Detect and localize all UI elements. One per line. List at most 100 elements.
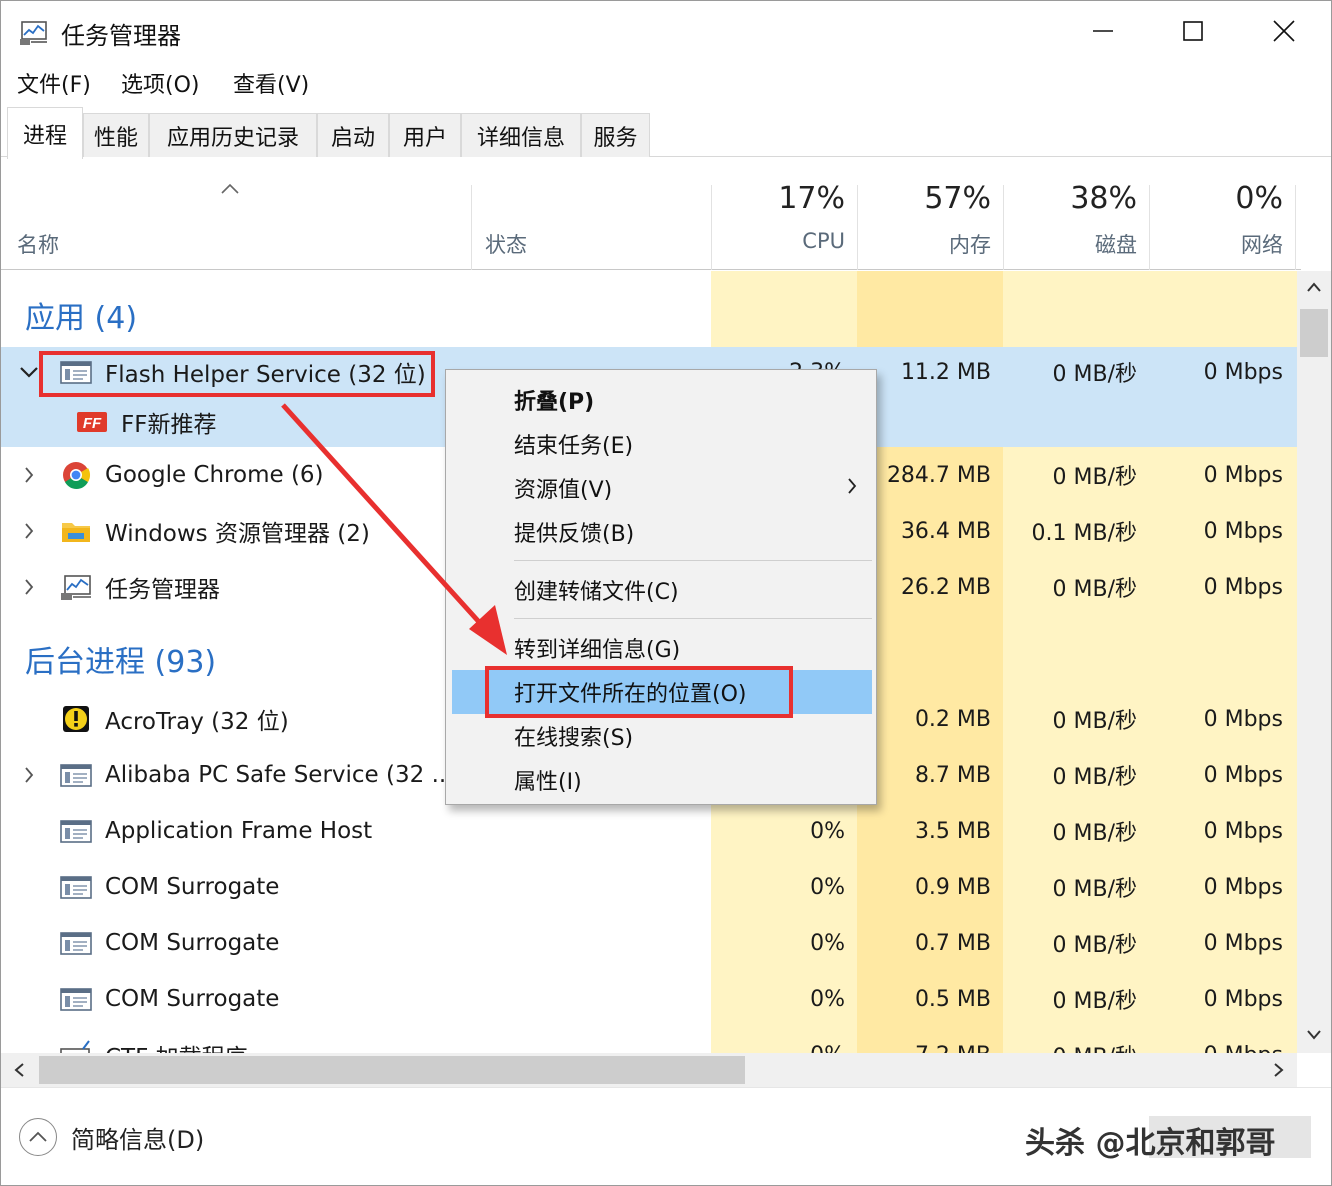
menu-search-online[interactable]: 在线搜索(S) — [446, 714, 876, 758]
column-divider[interactable] — [857, 185, 858, 270]
column-name[interactable]: 名称 — [17, 229, 59, 259]
column-divider[interactable] — [1149, 185, 1150, 270]
memory-value: 0.7 MB — [914, 930, 991, 956]
minimize-button[interactable] — [1058, 1, 1148, 61]
disk-value: 0 MB/秒 — [1052, 362, 1137, 387]
context-menu: 折叠(P) 结束任务(E) 资源值(V) 提供反馈(B) 创建转储文件(C) 转到详细信息… — [445, 369, 877, 805]
sort-ascending-icon[interactable] — [220, 183, 240, 195]
menu-end-task[interactable]: 结束任务(E) — [446, 422, 876, 466]
maximize-icon — [1183, 21, 1203, 41]
tab-processes[interactable]: 进程 — [7, 107, 83, 159]
menu-separator — [514, 618, 872, 619]
network-value: 0 Mbps — [1203, 986, 1283, 1012]
submenu-arrow-icon — [846, 476, 858, 502]
menu-item-label: 创建转储文件(C) — [514, 580, 679, 605]
scroll-up-icon[interactable] — [1306, 281, 1322, 293]
disk-percent[interactable]: 38% — [1005, 181, 1137, 216]
horizontal-scrollbar[interactable] — [1, 1053, 1297, 1087]
memory-value: 0.5 MB — [914, 986, 991, 1012]
menu-resource-values[interactable]: 资源值(V) — [446, 466, 876, 510]
cpu-value: 0% — [810, 930, 845, 956]
menu-file[interactable]: 文件(F) — [15, 67, 93, 99]
column-cpu[interactable]: CPU — [713, 229, 845, 253]
column-divider[interactable] — [471, 185, 472, 270]
chrome-icon — [59, 459, 93, 491]
taskmgr-icon — [59, 571, 93, 603]
chevron-down-icon[interactable] — [17, 358, 41, 386]
process-row[interactable]: COM Surrogate 0% 0.5 MB 0 MB/秒 0 Mbps — [1, 971, 1297, 1027]
tab-startup[interactable]: 启动 — [317, 113, 389, 157]
menu-view[interactable]: 查看(V) — [231, 67, 311, 99]
disk-value: 0 MB/秒 — [1052, 709, 1137, 734]
cpu-percent[interactable]: 17% — [713, 181, 845, 216]
memory-value: 8.7 MB — [914, 762, 991, 788]
menu-open-file-location[interactable]: 打开文件所在的位置(O) — [452, 670, 872, 714]
title-bar: 任务管理器 — [1, 1, 1331, 61]
column-header: 名称 状态 17% CPU 57% 内存 38% 磁盘 0% 网络 — [1, 157, 1301, 270]
menu-item-label: 转到详细信息(G) — [514, 638, 681, 663]
menu-item-label: 打开文件所在的位置(O) — [514, 682, 747, 707]
cpu-value: 0% — [810, 818, 845, 844]
chevron-right-icon[interactable] — [17, 517, 41, 545]
scroll-down-icon[interactable] — [1306, 1029, 1322, 1041]
column-memory[interactable]: 内存 — [859, 229, 991, 259]
acrotray-icon — [59, 703, 93, 735]
memory-value: 7.2 MB — [857, 1027, 991, 1054]
process-name: Application Frame Host — [105, 818, 373, 844]
menu-create-dump[interactable]: 创建转储文件(C) — [446, 568, 876, 612]
close-button[interactable] — [1239, 1, 1329, 61]
keyboard-icon — [59, 1039, 93, 1053]
vertical-scroll-thumb[interactable] — [1300, 309, 1328, 357]
tab-services[interactable]: 服务 — [581, 113, 650, 157]
fewer-details-button[interactable]: 简略信息(D) — [71, 1120, 204, 1155]
horizontal-scroll-thumb[interactable] — [39, 1056, 745, 1084]
window-app-icon — [59, 871, 93, 903]
tab-app-history[interactable]: 应用历史记录 — [149, 113, 317, 157]
chevron-right-icon[interactable] — [17, 461, 41, 489]
tab-performance[interactable]: 性能 — [83, 113, 149, 157]
column-network[interactable]: 网络 — [1151, 229, 1283, 259]
memory-value: 11.2 MB — [900, 359, 991, 385]
menu-options[interactable]: 选项(O) — [119, 67, 201, 99]
tab-users[interactable]: 用户 — [389, 113, 461, 157]
menu-item-label: 提供反馈(B) — [514, 522, 635, 547]
process-row[interactable]: COM Surrogate 0% 0.7 MB 0 MB/秒 0 Mbps — [1, 915, 1297, 971]
scroll-left-icon[interactable] — [13, 1062, 25, 1078]
menu-feedback[interactable]: 提供反馈(B) — [446, 510, 876, 554]
column-divider[interactable] — [1295, 185, 1296, 270]
column-disk[interactable]: 磁盘 — [1005, 229, 1137, 259]
chevron-right-icon[interactable] — [17, 573, 41, 601]
network-value: 0 Mbps — [1203, 762, 1283, 788]
network-value: 0 Mbps — [1203, 574, 1283, 600]
network-value: 0 Mbps — [1149, 1027, 1283, 1054]
vertical-scrollbar[interactable] — [1297, 271, 1331, 1053]
process-name: Windows 资源管理器 (2) — [105, 521, 370, 547]
network-value: 0 Mbps — [1203, 359, 1283, 385]
memory-value: 26.2 MB — [900, 574, 991, 600]
network-percent[interactable]: 0% — [1151, 181, 1283, 216]
disk-value: 0.1 MB/秒 — [1031, 521, 1137, 546]
minimize-icon — [1093, 30, 1113, 32]
collapse-details-icon[interactable] — [19, 1118, 57, 1156]
column-divider[interactable] — [711, 185, 712, 270]
menu-collapse[interactable]: 折叠(P) — [446, 378, 876, 422]
maximize-button[interactable] — [1148, 1, 1238, 61]
process-row[interactable]: CTF 加载程序 0% 7.2 MB 0 MB/秒 0 Mbps — [1, 1027, 1297, 1053]
process-name: COM Surrogate — [105, 986, 280, 1012]
network-value: 0 Mbps — [1203, 518, 1283, 544]
menu-properties[interactable]: 属性(I) — [446, 758, 876, 802]
tab-details[interactable]: 详细信息 — [461, 113, 581, 157]
process-row[interactable]: Application Frame Host 0% 3.5 MB 0 MB/秒 0 Mb… — [1, 803, 1297, 859]
memory-percent[interactable]: 57% — [859, 181, 991, 216]
column-status[interactable]: 状态 — [485, 229, 527, 259]
column-divider[interactable] — [1003, 185, 1004, 270]
menu-go-to-details[interactable]: 转到详细信息(G) — [446, 626, 876, 670]
chevron-right-icon[interactable] — [17, 761, 41, 789]
window-app-icon — [59, 815, 93, 847]
network-value — [1149, 397, 1283, 447]
menu-separator — [514, 560, 872, 561]
watermark: 头杀 @北京和郭哥 — [1025, 1126, 1276, 1161]
process-row[interactable]: COM Surrogate 0% 0.9 MB 0 MB/秒 0 Mbps — [1, 859, 1297, 915]
scroll-right-icon[interactable] — [1273, 1062, 1285, 1078]
menu-item-label: 属性(I) — [514, 770, 582, 795]
